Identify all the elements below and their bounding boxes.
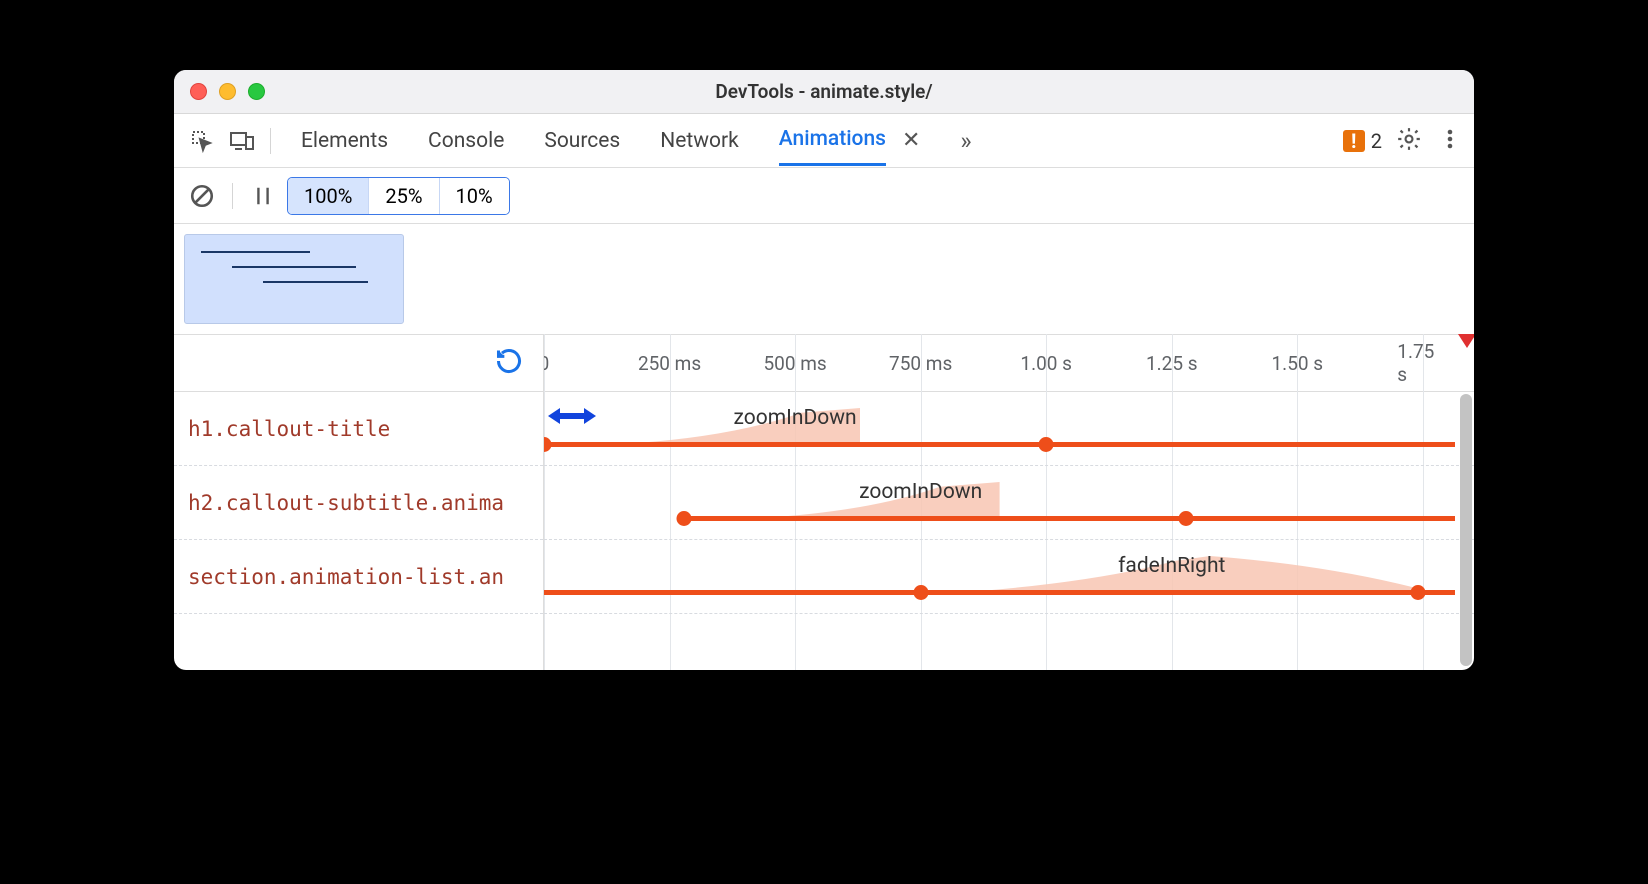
timeline-row-label[interactable]: h2.callout-subtitle.anima <box>174 466 543 540</box>
keyframe-node[interactable] <box>676 511 691 526</box>
more-tabs-icon[interactable]: » <box>960 127 971 155</box>
animation-name-label: zoomInDown <box>734 406 857 430</box>
animation-group-thumbnail[interactable] <box>184 234 404 324</box>
divider <box>232 183 233 209</box>
speed-10[interactable]: 10% <box>440 178 509 214</box>
tab-animations[interactable]: Animations <box>779 115 886 166</box>
tab-elements[interactable]: Elements <box>301 117 388 165</box>
timeline-ruler[interactable]: 0 250 ms 500 ms 750 ms 1.00 s 1.25 s 1.50 s 1.7… <box>544 334 1474 392</box>
animations-toolbar: 100% 25% 10% <box>174 168 1474 224</box>
devtools-window: DevTools - animate.style/ Elements Conso… <box>174 70 1474 670</box>
inspect-element-icon[interactable] <box>184 123 220 159</box>
device-toggle-icon[interactable] <box>224 123 260 159</box>
time-tick: 750 ms <box>889 352 952 375</box>
keyframe-node[interactable] <box>913 585 928 600</box>
speed-25[interactable]: 25% <box>369 178 439 214</box>
animation-bar[interactable] <box>544 442 1455 447</box>
animation-group-list <box>174 224 1474 334</box>
timeline-row-label[interactable]: section.animation-list.an <box>174 540 543 614</box>
time-tick: 500 ms <box>763 352 826 375</box>
time-tick: 1.25 s <box>1146 352 1198 375</box>
settings-icon[interactable] <box>1396 126 1422 156</box>
timeline-right-column: 0 250 ms 500 ms 750 ms 1.00 s 1.25 s 1.50 s 1.7… <box>544 334 1474 670</box>
pause-icon[interactable] <box>245 178 281 214</box>
window-maximize-button[interactable] <box>248 83 265 100</box>
timeline-row[interactable]: zoomInDown <box>544 392 1474 466</box>
clear-icon[interactable] <box>184 178 220 214</box>
tab-network[interactable]: Network <box>660 117 739 165</box>
traffic-lights <box>190 83 265 100</box>
thumbnail-line <box>232 266 356 268</box>
more-options-icon[interactable] <box>1446 127 1454 155</box>
vertical-scrollbar[interactable] <box>1460 394 1472 666</box>
window-title: DevTools - animate.style/ <box>174 80 1474 103</box>
animation-name-label: fadeInRight <box>1118 554 1225 578</box>
timeline-row[interactable]: zoomInDown <box>544 466 1474 540</box>
animation-bar[interactable] <box>684 516 1456 521</box>
scrub-handle-icon[interactable] <box>548 404 596 432</box>
time-tick: 1.00 s <box>1020 352 1072 375</box>
animations-timeline: h1.callout-title h2.callout-subtitle.ani… <box>174 334 1474 670</box>
playback-speed-group: 100% 25% 10% <box>287 177 510 215</box>
keyframe-node[interactable] <box>1411 585 1426 600</box>
timeline-row[interactable]: fadeInRight <box>544 540 1474 614</box>
scrollbar-thumb[interactable] <box>1460 394 1472 666</box>
keyframe-node[interactable] <box>1039 437 1054 452</box>
animation-name-label: zoomInDown <box>859 480 982 504</box>
close-tab-icon[interactable]: ✕ <box>902 128 920 153</box>
warnings-indicator[interactable]: ! 2 <box>1343 129 1382 153</box>
timeline-header-left <box>174 334 543 392</box>
speed-100[interactable]: 100% <box>288 178 369 214</box>
panel-tabs: Elements Console Sources Network Animati… <box>301 115 1339 166</box>
keyframe-node[interactable] <box>544 437 552 452</box>
window-minimize-button[interactable] <box>219 83 236 100</box>
time-tick: 0 <box>544 352 549 375</box>
time-tick: 1.50 s <box>1272 352 1324 375</box>
playhead-marker-icon[interactable] <box>1458 334 1474 348</box>
warning-icon: ! <box>1343 130 1365 152</box>
window-close-button[interactable] <box>190 83 207 100</box>
thumbnail-line <box>263 281 368 283</box>
time-tick: 250 ms <box>638 352 701 375</box>
time-tick: 1.75 s <box>1397 340 1448 386</box>
timeline-row-label[interactable]: h1.callout-title <box>174 392 543 466</box>
divider <box>270 128 271 154</box>
warnings-count: 2 <box>1371 129 1382 153</box>
timeline-left-column: h1.callout-title h2.callout-subtitle.ani… <box>174 334 544 670</box>
tab-sources[interactable]: Sources <box>544 117 620 165</box>
thumbnail-line <box>201 251 310 253</box>
main-tab-bar: Elements Console Sources Network Animati… <box>174 114 1474 168</box>
titlebar: DevTools - animate.style/ <box>174 70 1474 114</box>
tab-console[interactable]: Console <box>428 117 504 165</box>
keyframe-node[interactable] <box>1178 511 1193 526</box>
animation-bar[interactable] <box>544 590 1455 595</box>
replay-icon[interactable] <box>495 347 523 379</box>
